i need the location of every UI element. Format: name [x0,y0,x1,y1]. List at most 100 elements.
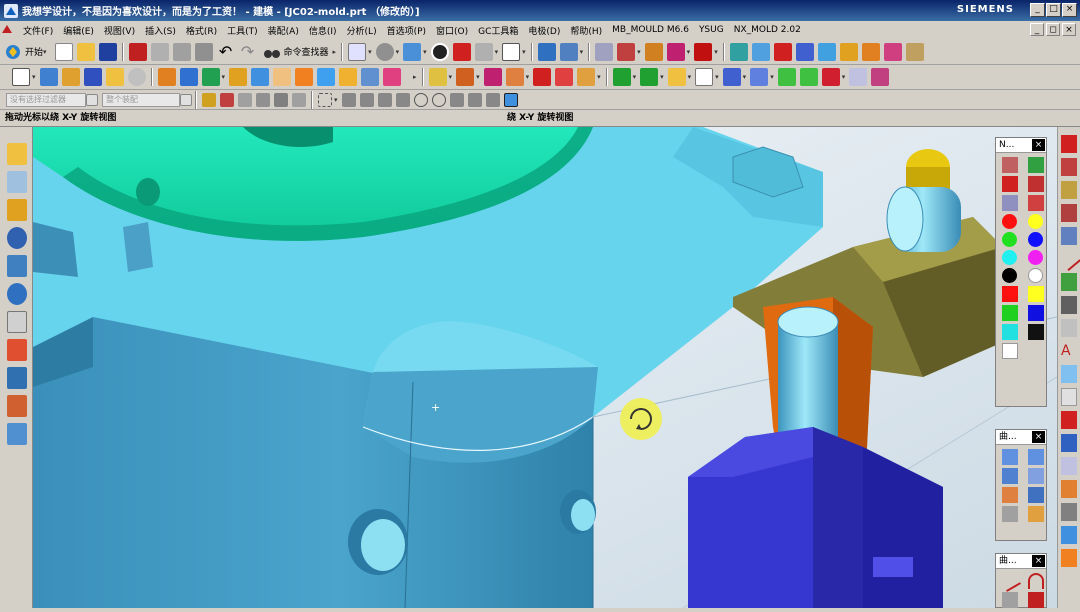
green-cube-icon[interactable] [1002,305,1018,321]
menu-edit[interactable]: 编辑(E) [58,24,99,37]
system-materials-icon[interactable] [7,283,27,305]
datum-icon[interactable] [667,68,686,86]
grid-icon[interactable] [1061,457,1077,475]
roles-icon[interactable] [7,367,27,389]
blue-cube-icon[interactable] [1028,305,1044,321]
close-icon[interactable]: × [1032,139,1045,151]
move-object-icon[interactable] [559,42,578,61]
select-icon[interactable] [348,42,367,61]
shape-icon[interactable] [1061,158,1077,176]
component-icon[interactable] [751,42,770,61]
red-body-icon[interactable] [1028,176,1044,192]
render-style-icon[interactable] [375,42,394,61]
trim-body-icon[interactable] [229,68,248,86]
shell-icon[interactable] [295,68,314,86]
existing-point-icon[interactable] [449,92,464,107]
solid-icon[interactable] [1061,135,1077,153]
close-icon[interactable]: × [1032,431,1045,443]
midpoint-icon[interactable] [359,92,374,107]
undo-icon[interactable]: ↶ [217,42,235,61]
part-navigator-icon[interactable] [7,199,27,221]
selected-snap-icon[interactable] [503,92,518,107]
face-select-icon[interactable] [238,92,252,107]
extrude-icon[interactable] [39,68,58,86]
back-arrow-icon[interactable] [777,68,796,86]
green-down-icon[interactable] [640,68,659,86]
through-curves-icon[interactable] [1028,449,1044,465]
sketch-icon[interactable] [12,68,30,86]
menu-preferences[interactable]: 首选项(P) [382,24,431,37]
pattern-icon[interactable] [361,68,380,86]
explode-icon[interactable] [839,42,858,61]
close-button[interactable]: × [1062,3,1077,17]
assembly-navigator-icon[interactable] [7,143,27,165]
undo-history-icon[interactable] [128,42,147,61]
divide-face-icon[interactable] [577,68,596,86]
black-cube-icon[interactable] [1028,324,1044,340]
sphere-icon[interactable] [1061,388,1077,406]
menu-mb-mould[interactable]: MB_MOULD M6.6 [607,25,694,35]
type-filter-combo[interactable]: 没有选择过滤器 [6,92,86,107]
yellow-cube-icon[interactable] [1028,286,1044,302]
mirror-icon[interactable] [383,68,402,86]
control-point-icon[interactable] [377,92,392,107]
delete-face-icon[interactable] [505,68,524,86]
blue-dot[interactable] [1028,232,1043,247]
white-cube-icon[interactable] [1002,343,1018,359]
background-icon[interactable] [502,42,521,61]
last-icon[interactable] [871,68,890,86]
red-dot[interactable] [1002,214,1017,229]
menu-insert[interactable]: 插入(S) [140,24,181,37]
save-icon[interactable] [98,42,117,61]
red-cube-2-icon[interactable] [821,68,840,86]
toolbar-overflow-icon[interactable]: ▸ [413,73,417,81]
mesh-icon[interactable] [1002,468,1018,484]
point-icon[interactable] [722,68,741,86]
move-face-icon[interactable] [456,68,475,86]
edge-display-icon[interactable] [452,42,471,61]
sheet-icon[interactable] [1061,273,1077,291]
menu-electrode[interactable]: 电极(D) [523,24,565,37]
subtract-icon[interactable] [179,68,198,86]
orange-solid-icon[interactable] [1061,480,1077,498]
white-dot[interactable] [1028,268,1043,283]
intersect-icon[interactable] [201,68,220,86]
draft-icon[interactable] [317,68,336,86]
menu-assembly[interactable]: 装配(A) [263,24,304,37]
menu-window[interactable]: 窗口(O) [431,24,473,37]
palette-icon[interactable] [7,423,27,445]
sew-icon[interactable] [1028,506,1044,522]
cube-icon[interactable] [1061,227,1077,245]
menu-ysug[interactable]: YSUG [694,25,729,35]
blue-solid-icon[interactable] [1061,434,1077,452]
red-block-icon[interactable] [533,68,552,86]
scissors-icon[interactable] [1061,503,1077,521]
boss-icon[interactable] [105,68,124,86]
constraint-icon[interactable] [795,42,814,61]
patch-icon[interactable] [555,68,574,86]
point-on-curve-icon[interactable] [467,92,482,107]
chamfer-icon[interactable] [273,68,292,86]
web-browser-icon[interactable] [7,227,27,249]
scope-dropdown-icon[interactable] [180,93,192,106]
menu-information[interactable]: 信息(I) [304,24,342,37]
box-select-icon[interactable] [318,92,332,107]
red-cube-icon[interactable] [694,42,713,61]
open-icon[interactable] [76,42,95,61]
line-tool-icon[interactable] [1057,246,1080,272]
history-icon[interactable] [7,255,27,277]
copy-icon[interactable] [172,42,191,61]
menu-gc-toolkit[interactable]: GC工具箱 [473,24,523,37]
assembly-nav-icon[interactable] [729,42,748,61]
red-face-icon[interactable] [1002,176,1018,192]
start-button[interactable]: 开始 ▾ [0,43,53,61]
csys-icon[interactable] [750,68,769,86]
red-layer-icon[interactable] [1028,195,1044,211]
menu-help[interactable]: 帮助(H) [565,24,607,37]
palette-tool-icon[interactable] [1028,157,1044,173]
point-on-face-icon[interactable] [485,92,500,107]
quadrant-icon[interactable] [431,92,446,107]
shaded-icon[interactable] [430,42,449,61]
blue-tool-icon[interactable] [1061,526,1077,544]
graphics-window[interactable]: + [33,127,1057,608]
